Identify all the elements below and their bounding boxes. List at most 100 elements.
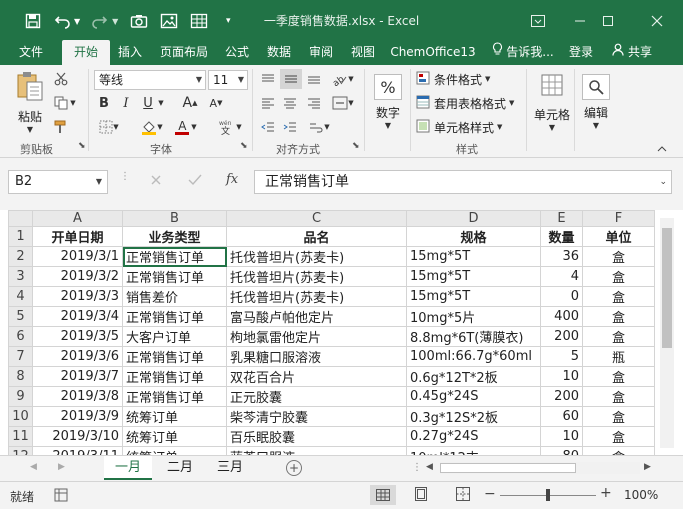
next-sheet-icon[interactable]: ▶ bbox=[58, 462, 65, 472]
product-cell[interactable]: 正元胶囊 bbox=[226, 386, 407, 407]
date-cell[interactable]: 2019/3/8 bbox=[32, 386, 123, 407]
underline-dropdown-icon[interactable]: ▼ bbox=[156, 93, 166, 113]
orientation-icon[interactable]: ab ▼ bbox=[330, 69, 356, 89]
conditional-format-button[interactable]: 条件格式 ▼ bbox=[416, 69, 524, 89]
spec-cell[interactable]: 0.3g*12S*2板 bbox=[406, 406, 541, 427]
unit-cell[interactable]: 盒 bbox=[582, 266, 655, 287]
row-header[interactable]: 10 bbox=[8, 406, 33, 427]
product-cell[interactable]: 富马酸卢帕他定片 bbox=[226, 306, 407, 327]
header-cell[interactable]: 单位 bbox=[582, 226, 655, 247]
save-icon[interactable] bbox=[20, 13, 46, 29]
prev-sheet-icon[interactable]: ◀ bbox=[30, 462, 37, 472]
product-cell[interactable]: 双花百合片 bbox=[226, 366, 407, 387]
product-cell[interactable]: 乳果糖口服溶液 bbox=[226, 346, 407, 367]
column-header[interactable]: F bbox=[582, 210, 655, 227]
type-cell[interactable]: 正常销售订单 bbox=[122, 386, 227, 407]
page-break-view-icon[interactable] bbox=[456, 487, 470, 504]
spec-cell[interactable]: 8.8mg*6T(薄膜衣) bbox=[406, 326, 541, 347]
date-cell[interactable]: 2019/3/4 bbox=[32, 306, 123, 327]
product-cell[interactable]: 枸地氯雷他定片 bbox=[226, 326, 407, 347]
qty-cell[interactable]: 10 bbox=[540, 426, 583, 447]
column-header[interactable]: D bbox=[406, 210, 541, 227]
editing-button[interactable]: 编辑 ▼ bbox=[578, 69, 614, 135]
type-cell-selected[interactable]: 正常销售订单 bbox=[122, 246, 227, 267]
align-right-icon[interactable] bbox=[304, 93, 324, 113]
product-cell[interactable]: 托伐普坦片(苏麦卡) bbox=[226, 286, 407, 307]
format-painter-icon[interactable] bbox=[50, 117, 72, 137]
qty-cell[interactable]: 200 bbox=[540, 386, 583, 407]
confirm-entry-icon[interactable] bbox=[188, 174, 202, 189]
sheet-tab-feb[interactable]: 二月 bbox=[156, 456, 204, 480]
type-cell[interactable]: 统筹订单 bbox=[122, 426, 227, 447]
date-cell[interactable]: 2019/3/3 bbox=[32, 286, 123, 307]
close-button[interactable] bbox=[637, 8, 677, 34]
hscroll-right-icon[interactable]: ▶ bbox=[644, 462, 651, 472]
login-link[interactable]: 登录 bbox=[564, 40, 598, 65]
tab-data[interactable]: 数据 bbox=[260, 40, 298, 65]
date-cell[interactable]: 2019/3/9 bbox=[32, 406, 123, 427]
increase-indent-icon[interactable] bbox=[280, 117, 300, 137]
shrink-font-button[interactable]: A ▼ bbox=[208, 93, 224, 113]
macro-record-icon[interactable] bbox=[54, 488, 68, 505]
table-icon[interactable] bbox=[186, 13, 212, 29]
type-cell[interactable]: 统筹订单 bbox=[122, 406, 227, 427]
product-cell[interactable]: 百乐眠胶囊 bbox=[226, 426, 407, 447]
font-color-button[interactable]: A ▼ bbox=[172, 117, 200, 137]
add-sheet-icon[interactable]: + bbox=[286, 460, 302, 476]
tab-review[interactable]: 审阅 bbox=[302, 40, 340, 65]
font-launcher-icon[interactable]: ⬊ bbox=[240, 141, 248, 151]
product-cell[interactable]: 托伐普坦片(苏麦卡) bbox=[226, 266, 407, 287]
table-format-button[interactable]: 套用表格格式 ▼ bbox=[416, 93, 524, 113]
tab-home[interactable]: 开始 bbox=[62, 40, 110, 65]
unit-cell[interactable]: 盒 bbox=[582, 286, 655, 307]
decrease-indent-icon[interactable] bbox=[258, 117, 278, 137]
zoom-in-icon[interactable]: + bbox=[600, 486, 612, 500]
row-header[interactable]: 8 bbox=[8, 366, 33, 387]
align-left-icon[interactable] bbox=[258, 93, 278, 113]
clipboard-launcher-icon[interactable]: ⬊ bbox=[78, 141, 86, 151]
alignment-launcher-icon[interactable]: ⬊ bbox=[352, 141, 360, 151]
header-cell[interactable]: 品名 bbox=[226, 226, 407, 247]
unit-cell[interactable]: 盒 bbox=[582, 406, 655, 427]
spec-cell[interactable]: 10mg*5片 bbox=[406, 306, 541, 327]
select-all-corner[interactable] bbox=[8, 210, 33, 227]
underline-button[interactable]: U bbox=[140, 93, 156, 113]
redo-icon[interactable] bbox=[86, 13, 112, 29]
cell-style-button[interactable]: 单元格样式 ▼ bbox=[416, 117, 524, 137]
product-cell[interactable]: 托伐普坦片(苏麦卡) bbox=[226, 246, 407, 267]
worksheet-grid[interactable]: A B C D E F 1 开单日期 业务类型 品名 规格 数量 单位 2 20… bbox=[0, 210, 683, 467]
header-cell[interactable]: 数量 bbox=[540, 226, 583, 247]
zoom-slider-thumb[interactable] bbox=[546, 489, 550, 501]
hscroll-thumb[interactable] bbox=[440, 463, 576, 473]
unit-cell[interactable]: 瓶 bbox=[582, 346, 655, 367]
tab-chemoffice[interactable]: ChemOffice13 bbox=[386, 40, 480, 65]
formula-input[interactable]: 正常销售订单 ⌄ bbox=[254, 170, 672, 194]
ribbon-display-icon[interactable] bbox=[518, 8, 558, 34]
fill-color-icon[interactable]: ▼ bbox=[138, 117, 166, 137]
row-header[interactable]: 5 bbox=[8, 306, 33, 327]
product-cell[interactable]: 柴芩清宁胶囊 bbox=[226, 406, 407, 427]
row-header[interactable]: 1 bbox=[8, 226, 33, 247]
qty-cell[interactable]: 200 bbox=[540, 326, 583, 347]
number-format-button[interactable]: % 数字 ▼ bbox=[370, 69, 406, 135]
picture-icon[interactable] bbox=[156, 13, 182, 29]
undo-dropdown-icon[interactable]: ▼ bbox=[74, 17, 80, 26]
column-header[interactable]: B bbox=[122, 210, 227, 227]
font-size-combo[interactable]: 11 ▼ bbox=[208, 70, 248, 90]
date-cell[interactable]: 2019/3/7 bbox=[32, 366, 123, 387]
collapse-ribbon-icon[interactable] bbox=[655, 143, 669, 155]
align-top-icon[interactable] bbox=[258, 69, 278, 89]
merge-center-icon[interactable]: ▼ bbox=[330, 93, 356, 113]
undo-icon[interactable] bbox=[50, 13, 76, 29]
name-box[interactable]: B2 ▼ bbox=[8, 170, 108, 194]
bold-button[interactable]: B bbox=[96, 93, 112, 113]
type-cell[interactable]: 大客户订单 bbox=[122, 326, 227, 347]
tab-view[interactable]: 视图 bbox=[344, 40, 382, 65]
date-cell[interactable]: 2019/3/5 bbox=[32, 326, 123, 347]
redo-dropdown-icon[interactable]: ▼ bbox=[112, 17, 118, 26]
tab-file[interactable]: 文件 bbox=[8, 40, 54, 65]
tab-split-handle-icon[interactable]: ⋮ bbox=[412, 462, 422, 473]
qty-cell[interactable]: 4 bbox=[540, 266, 583, 287]
cancel-entry-icon[interactable] bbox=[150, 174, 162, 189]
unit-cell[interactable]: 盒 bbox=[582, 246, 655, 267]
